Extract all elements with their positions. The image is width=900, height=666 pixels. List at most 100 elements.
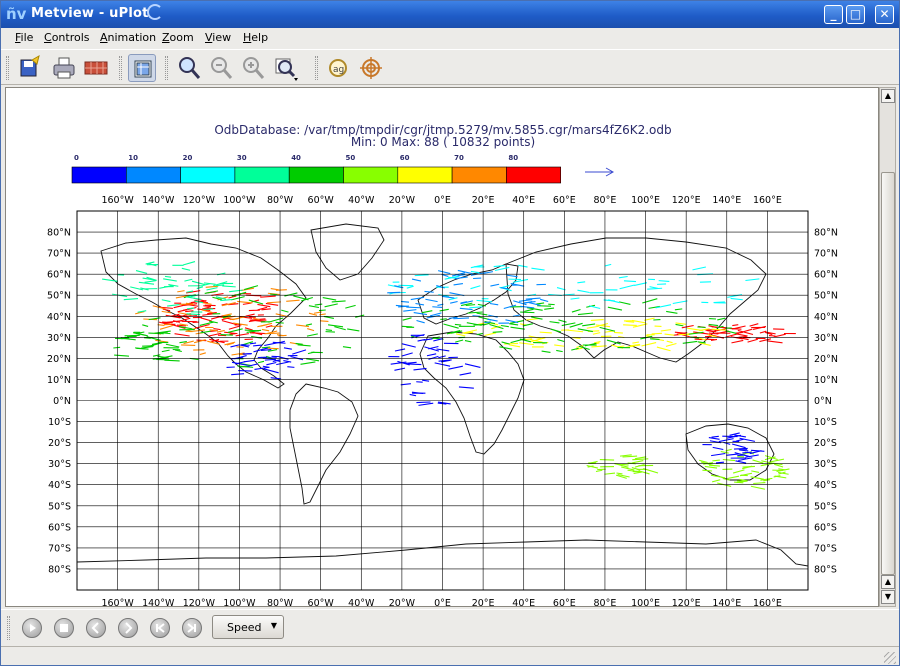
longitude-label: 60°W xyxy=(308,598,335,606)
longitude-label: 140°W xyxy=(142,598,175,606)
latitude-label: 10°S xyxy=(48,417,71,428)
latitude-label: 70°S xyxy=(814,543,837,554)
legend-swatch xyxy=(343,166,399,184)
wind-vector xyxy=(492,331,503,333)
wind-vector xyxy=(220,334,233,336)
stop-icon[interactable] xyxy=(54,618,74,638)
scroll-up-arrow-icon[interactable]: ▲ xyxy=(881,89,895,103)
wind-vector xyxy=(318,309,326,312)
print-icon[interactable] xyxy=(50,54,78,82)
latitude-label: 30°S xyxy=(48,459,71,470)
minimize-button[interactable]: _ xyxy=(824,5,843,24)
longitude-label: 80°E xyxy=(594,598,617,606)
zoom-icon[interactable] xyxy=(175,54,203,82)
layout-icon[interactable] xyxy=(128,54,156,82)
title-bar[interactable]: ñv Metview - uPlot _ □ ✕ xyxy=(1,1,899,28)
export-icon[interactable] xyxy=(82,54,110,82)
longitude-label: 160°E xyxy=(753,195,782,206)
wind-vector xyxy=(243,352,252,355)
crosshair-icon[interactable] xyxy=(357,54,385,82)
menu-controls[interactable]: Controls xyxy=(44,31,90,44)
last-frame-icon[interactable] xyxy=(182,618,202,638)
wind-vector xyxy=(229,333,236,335)
wind-vector xyxy=(614,331,623,334)
longitude-label: 120°E xyxy=(672,598,701,606)
zoom-out-icon[interactable] xyxy=(207,54,235,82)
latitude-label: 0°N xyxy=(53,396,71,407)
toolbar-grip[interactable] xyxy=(315,56,318,80)
scroll-thumb[interactable] xyxy=(881,172,895,575)
latitude-label: 70°S xyxy=(48,543,71,554)
wind-vector xyxy=(325,329,333,331)
legend-label: 30 xyxy=(237,154,247,162)
legend-label: 70 xyxy=(454,154,464,162)
first-frame-icon[interactable] xyxy=(150,618,170,638)
step-back-icon[interactable] xyxy=(86,618,106,638)
wind-vector xyxy=(734,447,748,450)
latitude-label: 50°N xyxy=(47,291,71,302)
longitude-label: 80°W xyxy=(267,195,294,206)
close-button[interactable]: ✕ xyxy=(875,5,894,24)
plot-canvas[interactable]: OdbDatabase: /var/tmp/tmpdir/cgr/jtmp.52… xyxy=(5,87,879,609)
wind-vector xyxy=(473,323,485,326)
save-icon[interactable] xyxy=(15,54,43,82)
latitude-label: 50°N xyxy=(814,291,838,302)
magnify-ag-icon[interactable]: ag xyxy=(324,54,352,82)
toolbar-grip[interactable] xyxy=(7,616,10,640)
longitude-label: 140°E xyxy=(712,598,741,606)
maximize-button[interactable]: □ xyxy=(846,5,865,24)
latitude-label: 60°N xyxy=(47,270,71,281)
wind-vector xyxy=(113,346,121,349)
app-window: ñv Metview - uPlot _ □ ✕ File Controls A… xyxy=(0,0,900,666)
vertical-scrollbar[interactable]: ▲ ▲ ▼ xyxy=(879,87,896,607)
latitude-label: 30°N xyxy=(47,333,71,344)
latitude-label: 50°S xyxy=(48,501,71,512)
wind-vector xyxy=(416,401,431,404)
speed-dropdown[interactable]: Speed ▼ xyxy=(212,615,284,639)
wind-vector xyxy=(244,329,259,332)
latitude-label: 10°S xyxy=(814,417,837,428)
toolbar-grip[interactable] xyxy=(6,56,9,80)
latitude-label: 70°N xyxy=(814,249,838,260)
longitude-label: 40°W xyxy=(348,598,375,606)
speed-label: Speed xyxy=(227,621,262,634)
menu-zoom[interactable]: Zoom xyxy=(162,31,194,44)
zoom-in-icon[interactable] xyxy=(239,54,267,82)
latitude-label: 70°N xyxy=(47,249,71,260)
longitude-label: 140°E xyxy=(712,195,741,206)
scroll-up-arrow-icon[interactable]: ▲ xyxy=(881,575,895,589)
color-legend: 0 10 20 30 40 50 60 70 80 xyxy=(71,154,561,184)
latitude-label: 80°S xyxy=(48,564,71,575)
animation-controls xyxy=(1,609,899,645)
menu-help[interactable]: Help xyxy=(243,31,268,44)
wind-vector xyxy=(266,347,279,350)
scroll-down-arrow-icon[interactable]: ▼ xyxy=(881,590,895,604)
toolbar-grip[interactable] xyxy=(119,56,122,80)
longitude-label: 160°E xyxy=(753,598,782,606)
legend-label: 10 xyxy=(128,154,138,162)
resize-grip-icon[interactable] xyxy=(884,652,896,664)
legend-swatch xyxy=(397,166,453,184)
wind-vector xyxy=(440,318,447,320)
longitude-label: 20°W xyxy=(389,195,416,206)
longitude-label: 100°E xyxy=(631,598,660,606)
wind-vector xyxy=(623,280,637,283)
zoom-stack-icon[interactable] xyxy=(272,54,300,82)
longitude-label: 100°E xyxy=(631,195,660,206)
menu-animation[interactable]: Animation xyxy=(100,31,156,44)
play-icon[interactable] xyxy=(22,618,42,638)
longitude-label: 120°E xyxy=(672,195,701,206)
wind-vector xyxy=(424,290,434,293)
wind-vector xyxy=(407,363,422,366)
longitude-label: 120°W xyxy=(183,598,216,606)
legend-swatch xyxy=(451,166,507,184)
wind-vector xyxy=(520,311,535,314)
step-forward-icon[interactable] xyxy=(118,618,138,638)
menu-file[interactable]: File xyxy=(15,31,33,44)
toolbar-grip[interactable] xyxy=(165,56,168,80)
menu-view[interactable]: View xyxy=(205,31,231,44)
latitude-label: 60°S xyxy=(814,522,837,533)
longitude-label: 140°W xyxy=(142,195,175,206)
legend-swatch xyxy=(180,166,236,184)
latitude-label: 80°N xyxy=(814,228,838,239)
